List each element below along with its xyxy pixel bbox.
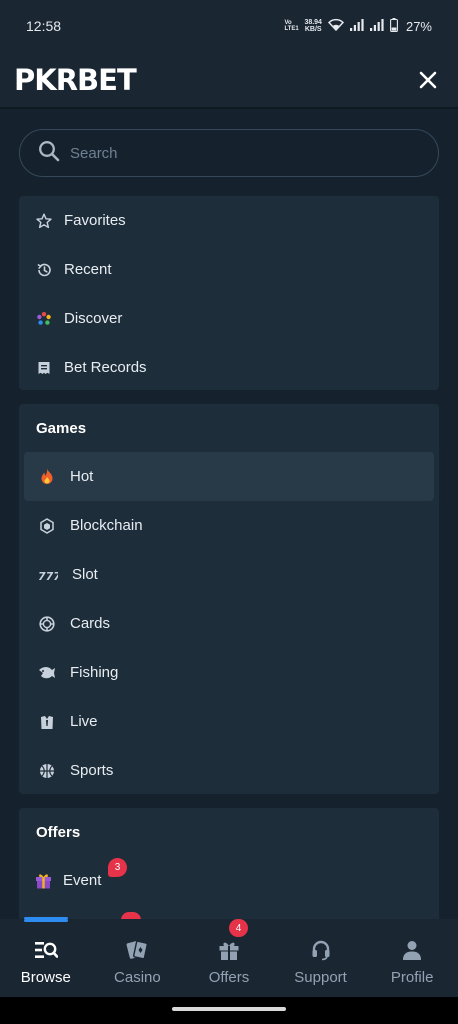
nav-support[interactable]: Support — [275, 919, 367, 997]
battery-icon — [390, 17, 398, 35]
menu-item-label: Favorites — [64, 212, 126, 229]
nav-casino[interactable]: Casino — [92, 919, 184, 997]
search-bar[interactable] — [19, 129, 439, 177]
slot-777-icon: 777 — [38, 566, 58, 584]
nav-profile[interactable]: Profile — [366, 919, 458, 997]
status-icons: Vo LTE1 38.94 KB/S 27% — [284, 17, 432, 35]
game-category-hot[interactable]: Hot — [24, 452, 434, 501]
nav-browse[interactable]: Browse — [0, 919, 92, 997]
discover-icon — [35, 310, 53, 328]
nav-label: Profile — [390, 968, 434, 986]
game-category-label: Blockchain — [70, 517, 143, 534]
headset-icon — [308, 937, 334, 963]
search-icon — [38, 140, 60, 167]
fish-icon — [38, 664, 56, 682]
game-category-label: Hot — [70, 468, 94, 485]
game-category-live[interactable]: Live — [24, 697, 434, 746]
close-menu-button[interactable] — [414, 66, 442, 94]
game-category-fishing[interactable]: Fishing — [24, 648, 434, 697]
menu-item-recent[interactable]: Recent — [19, 245, 439, 294]
search-input[interactable] — [70, 144, 400, 162]
chip-icon — [38, 615, 56, 633]
game-category-slot[interactable]: 777 Slot — [24, 550, 434, 599]
scroll-peek-badge — [121, 912, 141, 919]
gift-icon — [34, 872, 52, 890]
game-category-sports[interactable]: Sports — [24, 746, 434, 795]
game-category-label: Sports — [70, 762, 114, 779]
nav-label: Casino — [114, 968, 161, 986]
menu-item-label: Bet Records — [64, 359, 147, 376]
signal-icon — [349, 18, 364, 34]
volte-indicator: Vo LTE1 — [284, 20, 299, 32]
browse-icon — [33, 937, 59, 963]
user-icon — [399, 937, 425, 963]
receipt-icon — [35, 359, 53, 377]
game-category-blockchain[interactable]: Blockchain — [24, 501, 434, 550]
nav-label: Support — [294, 968, 347, 986]
brand-logo[interactable]: PKRBET — [14, 63, 137, 97]
status-bar: 12:58 Vo LTE1 38.94 KB/S 27% — [0, 0, 458, 52]
event-badge: 3 — [108, 858, 127, 877]
battery-percent: 27% — [405, 18, 432, 34]
system-gesture-bar — [0, 997, 458, 1024]
live-dealer-icon — [38, 713, 56, 731]
close-icon — [419, 71, 437, 88]
offers-section-title: Offers — [36, 823, 81, 841]
menu-item-discover[interactable]: Discover — [19, 294, 439, 343]
bottom-nav: Browse Casino 4 Offers Support Profile — [0, 919, 458, 997]
blockchain-icon — [38, 517, 56, 535]
game-category-label: Live — [70, 713, 98, 730]
menu-item-favorites[interactable]: Favorites — [19, 196, 439, 245]
status-time: 12:58 — [26, 18, 62, 34]
app-header: PKRBET — [0, 52, 458, 108]
flame-icon — [38, 468, 56, 486]
home-gesture-handle[interactable] — [172, 1007, 286, 1011]
basketball-icon — [38, 762, 56, 780]
net-speed-value: 38.94 — [304, 19, 322, 26]
offers-badge: 4 — [228, 919, 248, 937]
games-card: Games Hot Blockchain 777 Slot Cards — [19, 404, 439, 794]
menu-item-label: Recent — [64, 261, 112, 278]
net-speed-unit: KB/S — [304, 26, 322, 33]
cards-icon — [124, 937, 150, 963]
game-category-label: Fishing — [70, 664, 119, 681]
game-category-cards[interactable]: Cards — [24, 599, 434, 648]
offer-item-event[interactable]: Event 3 — [19, 856, 439, 905]
games-section-title: Games — [36, 419, 87, 437]
menu-item-label: Discover — [64, 310, 123, 327]
menu-item-bet-records[interactable]: Bet Records — [19, 343, 439, 392]
net-speed: 38.94 KB/S — [304, 19, 322, 33]
nav-label: Offers — [208, 968, 250, 986]
wifi-icon — [327, 18, 345, 34]
star-icon — [35, 212, 53, 230]
offer-item-label: Event — [63, 872, 102, 889]
history-icon — [35, 261, 53, 279]
menu-scroll-area[interactable]: Favorites Recent Discover Bet Records Ga… — [0, 109, 458, 919]
nav-label: Browse — [20, 968, 71, 986]
offers-card: Offers Event 3 — [19, 808, 439, 919]
svg-text:777: 777 — [38, 570, 58, 581]
signal-icon-2 — [369, 18, 384, 34]
game-category-label: Slot — [72, 566, 98, 583]
game-category-label: Cards — [70, 615, 111, 632]
quick-links-card: Favorites Recent Discover Bet Records — [19, 196, 439, 390]
nav-offers[interactable]: 4 Offers — [183, 919, 275, 997]
gift-icon — [216, 937, 242, 963]
